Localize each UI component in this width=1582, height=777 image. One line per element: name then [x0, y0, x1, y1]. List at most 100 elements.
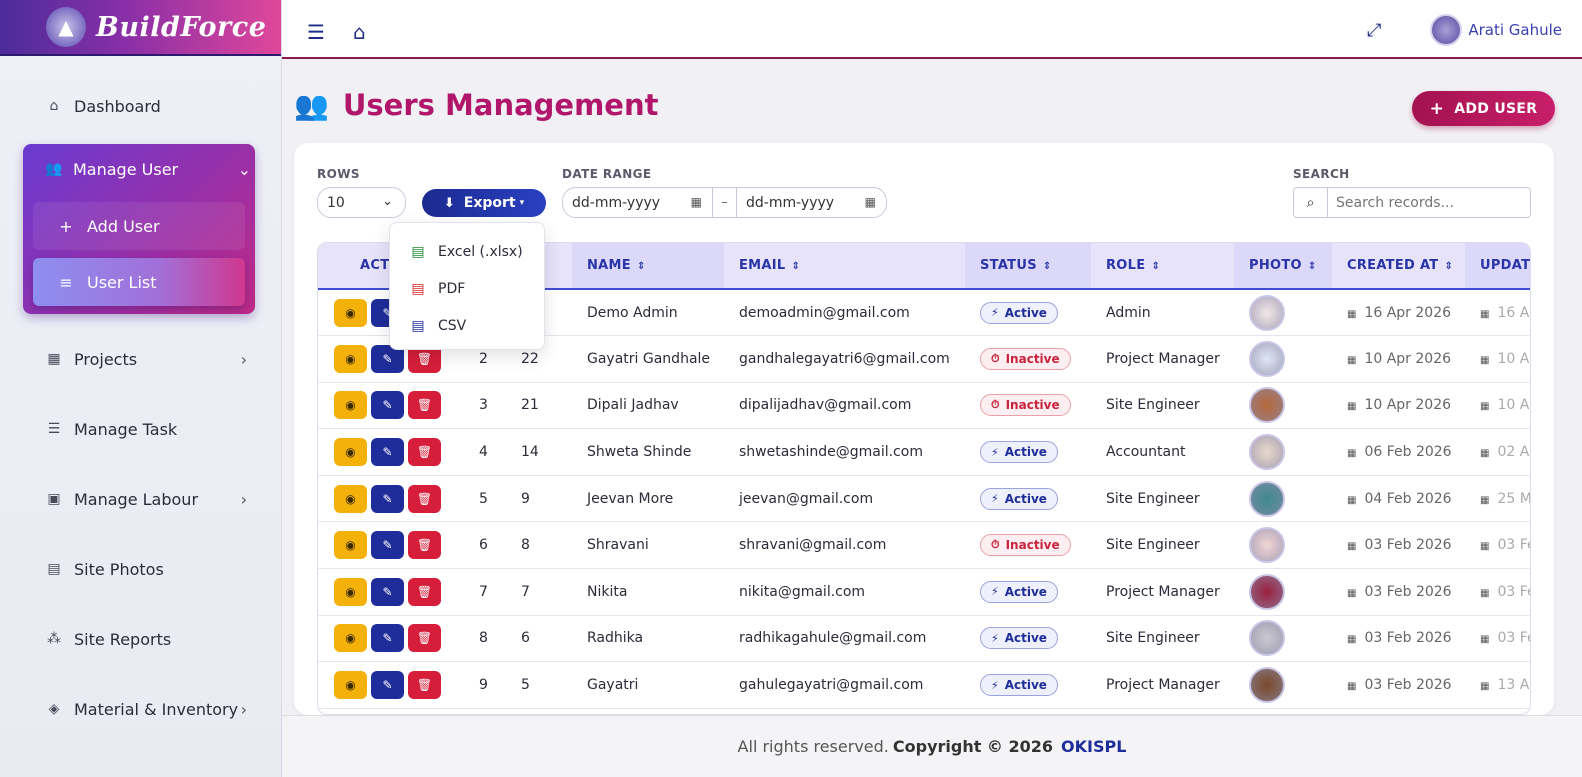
- photo-cell: [1234, 382, 1332, 429]
- add-user-button[interactable]: + ADD USER: [1412, 91, 1555, 126]
- chevron-right-icon: ›: [240, 699, 247, 719]
- created-at-value: 03 Feb 2026: [1364, 630, 1452, 647]
- rows-select[interactable]: 10 ⌄: [317, 187, 406, 218]
- user-photo[interactable]: [1249, 527, 1285, 564]
- sidebar: ▲ BuildForce ⌂ Dashboard 👥 Manage User ⌄…: [0, 0, 282, 777]
- status-label: Active: [1004, 491, 1047, 506]
- column-header-created-at[interactable]: CREATED AT ⇕: [1332, 243, 1465, 289]
- user-menu[interactable]: Arati Gahule: [1430, 14, 1562, 46]
- sidebar-item-user-list[interactable]: ≡ User List: [33, 258, 245, 306]
- sidebar-item-material-inventory[interactable]: ◈ Material & Inventory ›: [0, 674, 281, 744]
- delete-button[interactable]: 🗑: [408, 624, 441, 653]
- row-index: 9: [479, 677, 488, 694]
- column-header-role[interactable]: ROLE ⇕: [1091, 243, 1234, 289]
- sidebar-item-label: Manage Task: [74, 419, 178, 439]
- created-at-cell: ▦ 10 Apr 2026: [1332, 336, 1465, 383]
- updated-at-cell: ▦ 13 Apr: [1465, 662, 1530, 709]
- user-photo[interactable]: [1249, 620, 1285, 657]
- edit-icon: ✎: [382, 584, 393, 599]
- edit-icon: ✎: [382, 491, 393, 506]
- email-cell: nikita@gmail.com: [739, 583, 866, 600]
- edit-button[interactable]: ✎: [371, 577, 404, 606]
- search-input[interactable]: [1328, 194, 1518, 211]
- view-button[interactable]: ◉: [334, 531, 367, 560]
- excel-file-icon: ▤: [411, 243, 425, 260]
- status-label: Inactive: [1005, 398, 1060, 413]
- actions-cell: ◉ ✎ 🗑 9 5: [318, 662, 572, 709]
- edit-button[interactable]: ✎: [371, 671, 404, 700]
- calendar-icon: ▦: [864, 195, 876, 209]
- view-button[interactable]: ◉: [334, 671, 367, 700]
- created-at-cell: ▦ 03 Feb 2026: [1332, 522, 1465, 569]
- menu-toggle-icon[interactable]: ☰: [307, 20, 325, 44]
- sidebar-item-manage-labour[interactable]: ▣ Manage Labour ›: [0, 464, 281, 534]
- delete-button[interactable]: 🗑: [408, 671, 441, 700]
- delete-button[interactable]: 🗑: [408, 577, 441, 606]
- edit-button[interactable]: ✎: [371, 438, 404, 467]
- email-cell: shwetashinde@gmail.com: [739, 444, 923, 461]
- list-icon: ≡: [59, 272, 73, 292]
- export-csv-option[interactable]: ▤ CSV: [390, 307, 544, 344]
- calendar-icon: ▦: [1347, 401, 1357, 413]
- sidebar-item-site-photos[interactable]: ▤ Site Photos: [0, 534, 281, 604]
- view-button[interactable]: ◉: [334, 484, 367, 513]
- edit-button[interactable]: ✎: [371, 484, 404, 513]
- delete-button[interactable]: 🗑: [408, 391, 441, 420]
- view-button[interactable]: ◉: [334, 438, 367, 467]
- user-photo[interactable]: [1249, 667, 1285, 704]
- export-excel-option[interactable]: ▤ Excel (.xlsx): [390, 233, 544, 270]
- export-pdf-option[interactable]: ▤ PDF: [390, 270, 544, 307]
- topbar: ☰ ⌂ ⤢ Arati Gahule: [282, 0, 1582, 59]
- column-label: NAME: [587, 258, 631, 273]
- user-photo[interactable]: [1249, 573, 1285, 610]
- role-cell: Admin: [1106, 304, 1151, 321]
- created-at-value: 03 Feb 2026: [1364, 537, 1452, 554]
- sidebar-item-manage-task[interactable]: ☰ Manage Task: [0, 394, 281, 464]
- date-from-input[interactable]: dd-mm-yyyy ▦: [563, 188, 712, 217]
- delete-button[interactable]: 🗑: [408, 531, 441, 560]
- export-button[interactable]: ⬇ Export ▾: [422, 189, 546, 217]
- delete-button[interactable]: 🗑: [408, 438, 441, 467]
- date-to-input[interactable]: dd-mm-yyyy ▦: [737, 188, 886, 217]
- view-button[interactable]: ◉: [334, 577, 367, 606]
- edit-button[interactable]: ✎: [371, 531, 404, 560]
- calendar-icon: ▦: [1347, 494, 1357, 506]
- view-button[interactable]: ◉: [334, 344, 367, 373]
- edit-button[interactable]: ✎: [371, 624, 404, 653]
- rows-value: 10: [327, 194, 345, 211]
- user-photo[interactable]: [1249, 294, 1285, 331]
- column-header-photo[interactable]: PHOTO ⇕: [1234, 243, 1332, 289]
- calendar-icon: ▦: [1347, 587, 1357, 599]
- calendar-icon: ▦: [1347, 634, 1357, 646]
- view-button[interactable]: ◉: [334, 624, 367, 653]
- delete-button[interactable]: 🗑: [408, 484, 441, 513]
- sidebar-item-projects[interactable]: ▦ Projects ›: [0, 324, 281, 394]
- column-header-email[interactable]: EMAIL ⇕: [724, 243, 965, 289]
- user-photo[interactable]: [1249, 434, 1285, 471]
- footer: All rights reserved. Copyright © 2026 OK…: [282, 715, 1582, 777]
- fullscreen-icon[interactable]: ⤢: [1367, 20, 1381, 41]
- home-icon[interactable]: ⌂: [353, 20, 366, 44]
- edit-icon: ✎: [382, 398, 393, 413]
- sidebar-item-manage-user[interactable]: 👥 Manage User ⌄: [23, 144, 255, 194]
- date-to-placeholder: dd-mm-yyyy: [746, 194, 835, 211]
- updated-at-value: 03 Feb: [1497, 583, 1530, 600]
- view-button[interactable]: ◉: [334, 298, 367, 327]
- table-row: ◉ ✎ 🗑 7 7 Nikita nikita@gmail.com ⚡ Active Projec…: [318, 569, 1530, 616]
- user-photo[interactable]: [1249, 387, 1285, 424]
- updated-at-cell: ▦ 03 Feb: [1465, 615, 1530, 662]
- column-header-status[interactable]: STATUS ⇕: [965, 243, 1091, 289]
- view-button[interactable]: ◉: [334, 391, 367, 420]
- user-photo[interactable]: [1249, 340, 1285, 377]
- user-photo[interactable]: [1249, 480, 1285, 517]
- sidebar-item-site-reports[interactable]: ⁂ Site Reports: [0, 604, 281, 674]
- sidebar-item-dashboard[interactable]: ⌂ Dashboard: [0, 78, 281, 134]
- name-cell: Radhika: [587, 630, 644, 647]
- column-header-updated-at[interactable]: UPDATED AT: [1465, 243, 1530, 289]
- sidebar-item-add-user[interactable]: + Add User: [33, 202, 245, 250]
- status-label: Active: [1004, 631, 1047, 646]
- edit-button[interactable]: ✎: [371, 391, 404, 420]
- brand-header[interactable]: ▲ BuildForce: [0, 0, 281, 56]
- column-header-name[interactable]: NAME ⇕: [572, 243, 724, 289]
- footer-company-link[interactable]: OKISPL: [1061, 737, 1126, 756]
